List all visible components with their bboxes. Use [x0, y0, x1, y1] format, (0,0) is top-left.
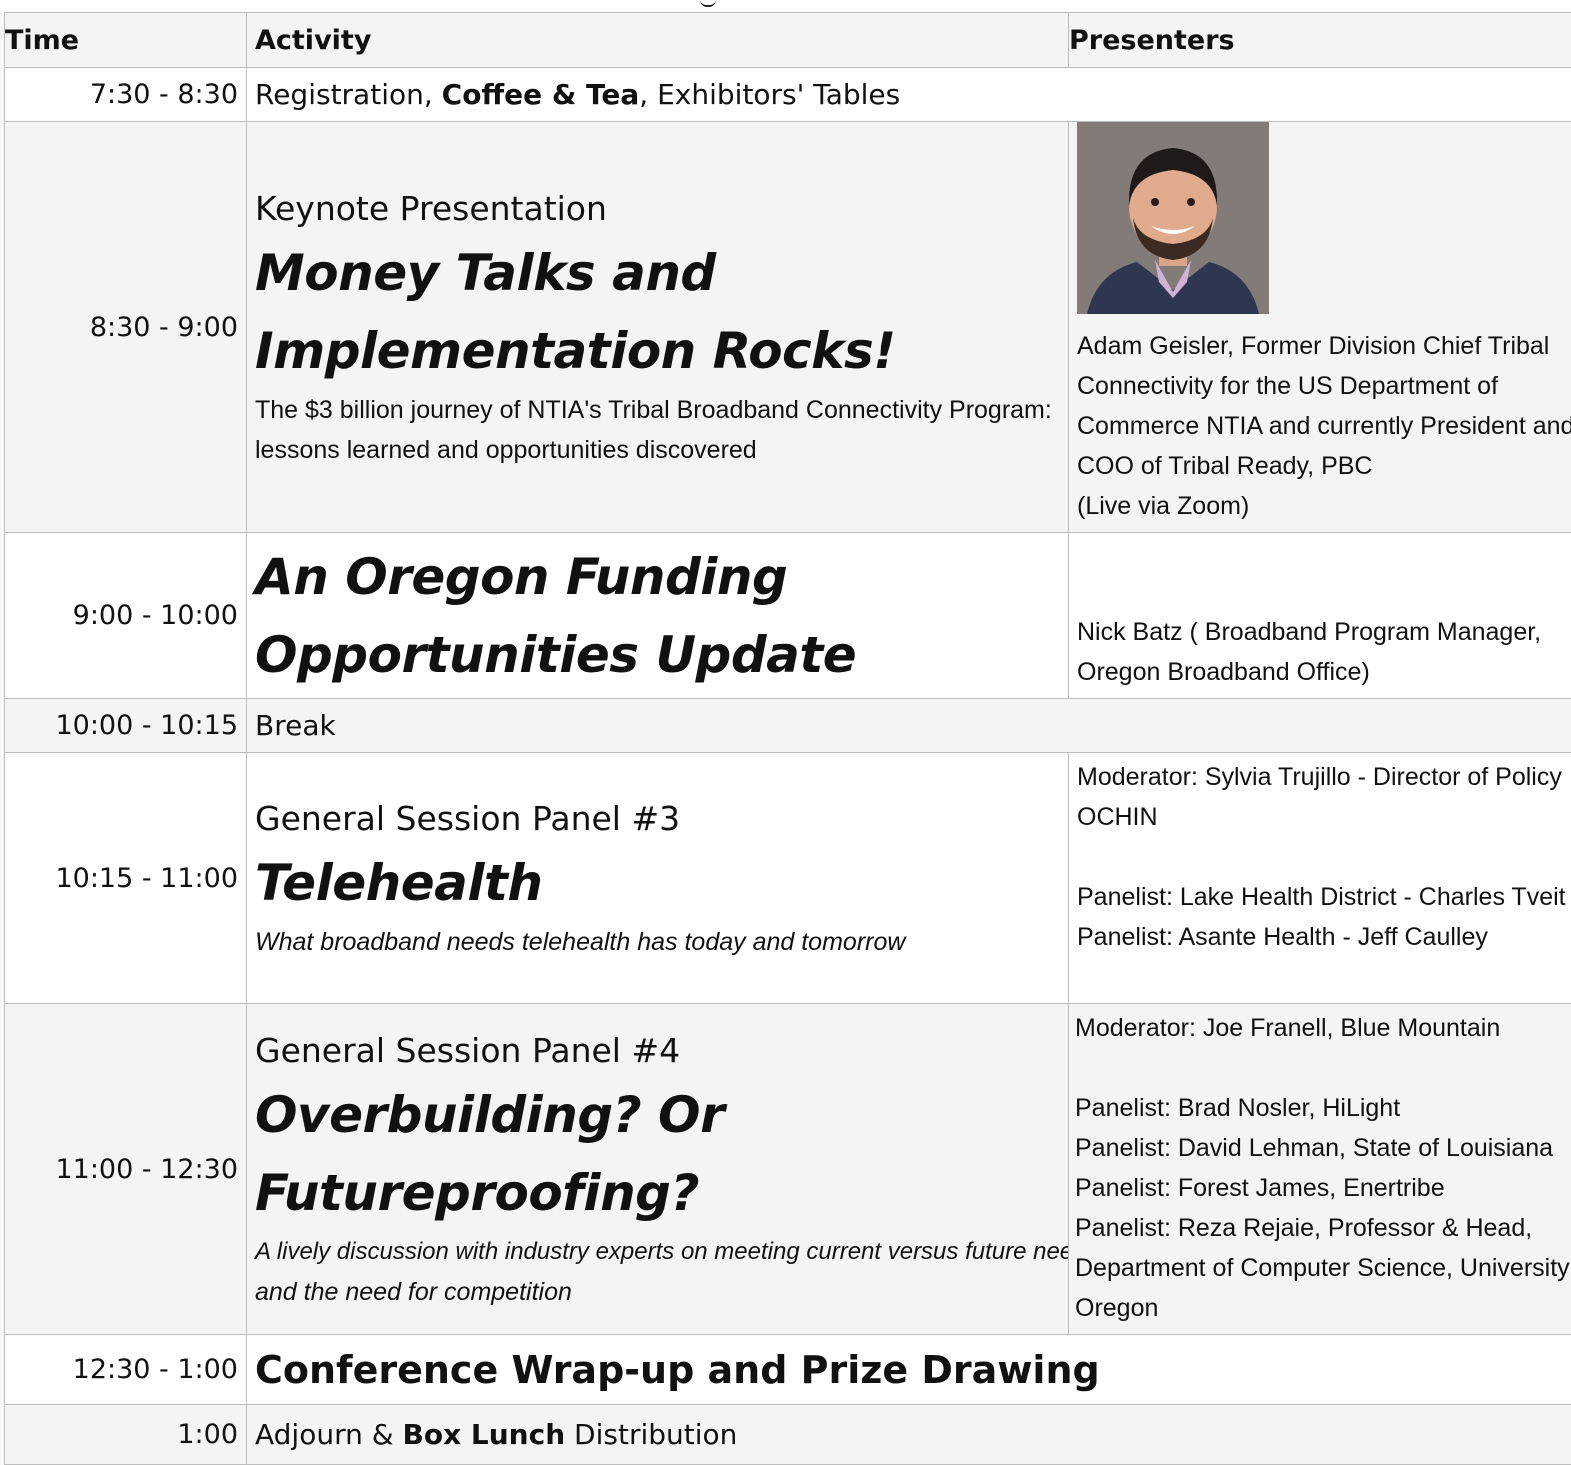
- activity-cell: Break: [247, 699, 1571, 753]
- presenter-line: Oregon: [1075, 1288, 1571, 1328]
- presenter-line: Panelist: Lake Health District - Charles…: [1077, 877, 1571, 917]
- row-keynote: 8:30 - 9:00 Keynote Presentation Money T…: [5, 122, 1571, 533]
- presenter-line: Oregon Broadband Office): [1077, 652, 1571, 692]
- activity-bold: Box Lunch: [403, 1418, 566, 1451]
- presenter-cell: Moderator: Sylvia Trujillo - Director of…: [1069, 753, 1571, 1004]
- presenter-line: Panelist: Forest James, Enertribe: [1075, 1168, 1571, 1208]
- time-cell: 12:30 - 1:00: [5, 1335, 247, 1405]
- activity-cell: General Session Panel #3 Telehealth What…: [247, 753, 1069, 1004]
- presenter-line: Panelist: Reza Rejaie, Professor & Head,: [1075, 1208, 1571, 1248]
- time-cell: 9:00 - 10:00: [5, 533, 247, 699]
- presenter-line: Adam Geisler, Former Division Chief Trib…: [1077, 326, 1571, 366]
- presenter-cell: Moderator: Joe Franell, Blue Mountain Pa…: [1069, 1004, 1571, 1335]
- presenter-line: Panelist: Asante Health - Jeff Caulley: [1077, 917, 1571, 957]
- presenter-line: Connectivity for the US Department of: [1077, 366, 1571, 406]
- activity-text: Registration,: [255, 78, 442, 111]
- header-time: Time: [5, 13, 247, 68]
- time-cell: 10:15 - 11:00: [5, 753, 247, 1004]
- row-wrapup: 12:30 - 1:00 Conference Wrap-up and Priz…: [5, 1335, 1571, 1405]
- time-cell: 10:00 - 10:15: [5, 699, 247, 753]
- activity-cell: Registration, Coffee & Tea, Exhibitors' …: [247, 68, 1571, 122]
- activity-cell: Keynote Presentation Money Talks and Imp…: [247, 122, 1069, 533]
- presenter-line: Moderator: Sylvia Trujillo - Director of…: [1077, 757, 1571, 797]
- presenter-cell: Nick Batz ( Broadband Program Manager, O…: [1069, 533, 1571, 699]
- activity-cell: Conference Wrap-up and Prize Drawing: [247, 1335, 1571, 1405]
- schedule-table: Time Activity Presenters 7:30 - 8:30 Reg…: [4, 12, 1571, 1465]
- session-kicker: General Session Panel #4: [255, 1031, 1068, 1070]
- header-activity: Activity: [247, 13, 1069, 68]
- session-subtitle-line: lessons learned and opportunities discov…: [255, 430, 1068, 470]
- activity-cell: General Session Panel #4 Overbuilding? O…: [247, 1004, 1069, 1335]
- presenter-spacer: [1077, 837, 1571, 877]
- activity-text: Adjourn &: [255, 1418, 403, 1451]
- session-title-line: Opportunities Update: [255, 616, 1068, 694]
- presenter-photo: [1077, 122, 1269, 314]
- presenter-spacer: [1075, 1048, 1571, 1088]
- session-subtitle-line: The $3 billion journey of NTIA's Tribal …: [255, 390, 1068, 430]
- presenter-line: (Live via Zoom): [1077, 486, 1571, 526]
- session-subtitle-line: What broadband needs telehealth has toda…: [255, 922, 1068, 962]
- presenter-text: Adam Geisler, Former Division Chief Trib…: [1077, 314, 1571, 526]
- presenter-line: Moderator: Joe Franell, Blue Mountain: [1075, 1008, 1571, 1048]
- session-subtitle-line: and the need for competition: [255, 1272, 1068, 1312]
- top-strip: [0, 0, 1571, 12]
- session-title-line: Overbuilding? Or: [255, 1076, 1068, 1154]
- activity-cell: Adjourn & Box Lunch Distribution: [247, 1405, 1571, 1465]
- row-adjourn: 1:00 Adjourn & Box Lunch Distribution: [5, 1405, 1571, 1465]
- time-cell: 11:00 - 12:30: [5, 1004, 247, 1335]
- activity-cell: An Oregon Funding Opportunities Update: [247, 533, 1069, 699]
- row-funding: 9:00 - 10:00 An Oregon Funding Opportuni…: [5, 533, 1571, 699]
- session-title-line: Telehealth: [255, 844, 1068, 922]
- activity-bold: Coffee & Tea: [442, 78, 640, 111]
- session-kicker: Keynote Presentation: [255, 189, 1068, 228]
- activity-text: Distribution: [565, 1418, 737, 1451]
- presenter-line: Commerce NTIA and currently President an…: [1077, 406, 1571, 446]
- time-cell: 7:30 - 8:30: [5, 68, 247, 122]
- presenter-line: OCHIN: [1077, 797, 1571, 837]
- presenter-cell: Adam Geisler, Former Division Chief Trib…: [1069, 122, 1571, 533]
- presenter-line: Panelist: David Lehman, State of Louisia…: [1075, 1128, 1571, 1168]
- presenter-line: COO of Tribal Ready, PBC: [1077, 446, 1571, 486]
- presenter-line: Nick Batz ( Broadband Program Manager,: [1077, 612, 1571, 652]
- row-break: 10:00 - 10:15 Break: [5, 699, 1571, 753]
- session-title-line: Money Talks and: [255, 234, 1068, 312]
- header-row: Time Activity Presenters: [5, 13, 1571, 68]
- session-title-line: An Oregon Funding: [255, 538, 1068, 616]
- row-overbuilding: 11:00 - 12:30 General Session Panel #4 O…: [5, 1004, 1571, 1335]
- activity-text: , Exhibitors' Tables: [639, 78, 900, 111]
- time-cell: 8:30 - 9:00: [5, 122, 247, 533]
- session-kicker: General Session Panel #3: [255, 799, 1068, 838]
- presenter-line: Panelist: Brad Nosler, HiLight: [1075, 1088, 1571, 1128]
- time-cell: 1:00: [5, 1405, 247, 1465]
- session-title-line: Implementation Rocks!: [255, 312, 1068, 390]
- row-telehealth: 10:15 - 11:00 General Session Panel #3 T…: [5, 753, 1571, 1004]
- presenter-line: Department of Computer Science, Universi…: [1075, 1248, 1571, 1288]
- row-registration: 7:30 - 8:30 Registration, Coffee & Tea, …: [5, 68, 1571, 122]
- header-presenters: Presenters: [1069, 13, 1571, 68]
- cropped-glyph: [700, 0, 716, 7]
- session-title-line: Futureproofing?: [255, 1154, 1068, 1232]
- session-subtitle-line: A lively discussion with industry expert…: [255, 1232, 1068, 1272]
